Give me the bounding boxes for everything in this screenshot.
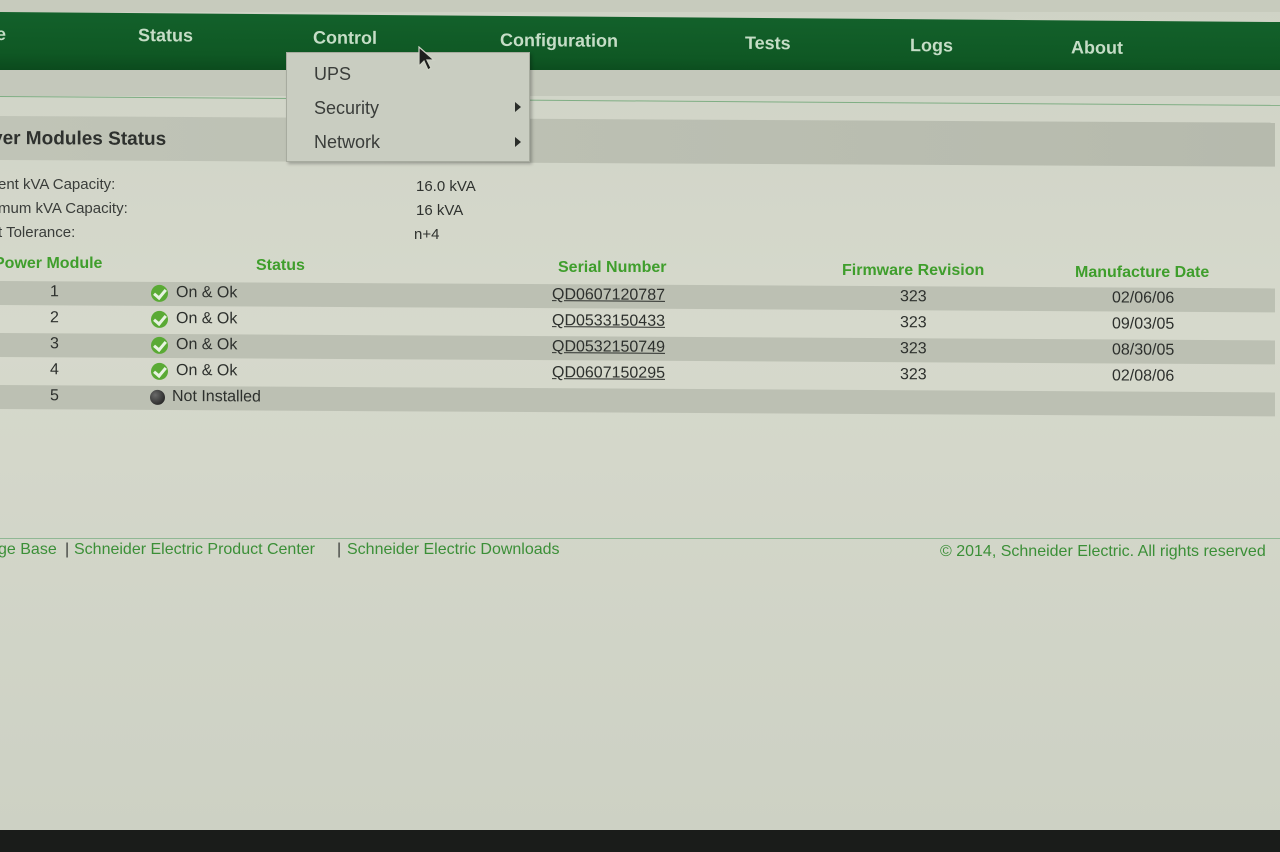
header-firmware-revision: Firmware Revision [842, 262, 985, 279]
nav-item-status[interactable]: Status [138, 25, 193, 46]
module-number: 1 [50, 283, 59, 301]
firmware-revision: 323 [900, 314, 927, 332]
module-status: Not Installed [172, 387, 261, 406]
table-row: 5 Not Installed [0, 385, 1275, 417]
current-kva-label: ent kVA Capacity: [0, 176, 116, 193]
firmware-revision: 323 [900, 366, 927, 384]
max-kva-label: mum kVA Capacity: [0, 200, 128, 217]
ok-check-icon [151, 362, 168, 380]
ok-check-icon [151, 310, 168, 328]
module-status: On & Ok [176, 284, 238, 302]
control-dropdown-menu: UPS Security Network [286, 52, 530, 162]
nav-item-control[interactable]: Control [313, 27, 377, 49]
manufacture-date: 02/08/06 [1112, 367, 1175, 385]
serial-number-link[interactable]: QD0532150749 [552, 338, 665, 357]
serial-number-link[interactable]: QD0607150295 [552, 364, 665, 383]
menu-item-ups[interactable]: UPS [314, 64, 351, 85]
footer-link-product-center[interactable]: Schneider Electric Product Center [74, 541, 315, 559]
header-manufacture-date: Manufacture Date [1075, 264, 1210, 281]
submenu-arrow-icon [515, 102, 521, 112]
manufacture-date: 02/06/06 [1112, 289, 1175, 307]
section-header: ver Modules Status [0, 116, 1275, 167]
top-strip [0, 0, 1280, 12]
nav-item-configuration[interactable]: Configuration [500, 30, 618, 52]
copyright-text: © 2014, Schneider Electric. All rights r… [940, 543, 1266, 560]
tolerance-value: n+4 [414, 226, 440, 243]
header-power-module: Power Module [0, 255, 103, 272]
header-status: Status [256, 257, 305, 274]
module-number: 4 [50, 361, 59, 379]
module-status: On & Ok [176, 362, 238, 380]
nav-item-home[interactable]: e [0, 24, 6, 45]
menu-item-security[interactable]: Security [314, 98, 379, 119]
ok-check-icon [151, 336, 168, 354]
monitor-bezel [0, 830, 1280, 852]
nav-item-tests[interactable]: Tests [745, 33, 791, 54]
tolerance-label: t Tolerance: [0, 224, 76, 241]
footer-separator: | [65, 541, 70, 558]
footer-link-downloads[interactable]: Schneider Electric Downloads [347, 541, 560, 559]
max-kva-value: 16 kVA [416, 202, 464, 219]
firmware-revision: 323 [900, 340, 927, 358]
browser-viewport: e Status Control Configuration Tests Log… [0, 0, 1280, 830]
firmware-revision: 323 [900, 288, 927, 306]
serial-number-link[interactable]: QD0607120787 [552, 286, 665, 305]
footer-divider [0, 538, 1280, 539]
sub-nav-bar [0, 70, 1280, 96]
submenu-arrow-icon [515, 137, 521, 147]
manufacture-date: 08/30/05 [1112, 341, 1175, 359]
manufacture-date: 09/03/05 [1112, 315, 1175, 333]
serial-number-link[interactable]: QD0533150433 [552, 312, 665, 331]
ok-check-icon [151, 284, 168, 302]
current-kva-value: 16.0 kVA [416, 178, 476, 195]
page-title: ver Modules Status [0, 127, 167, 150]
footer-separator: | [337, 541, 342, 558]
module-number: 3 [50, 335, 59, 353]
header-serial-number: Serial Number [558, 259, 667, 276]
module-status: On & Ok [176, 336, 238, 354]
mouse-cursor-icon [418, 46, 436, 71]
nav-item-about[interactable]: About [1071, 37, 1123, 58]
menu-item-network[interactable]: Network [314, 132, 380, 153]
nav-item-logs[interactable]: Logs [910, 35, 953, 56]
module-status: On & Ok [176, 310, 238, 328]
module-number: 2 [50, 309, 59, 327]
not-installed-icon [150, 389, 165, 405]
divider [0, 96, 1280, 106]
module-number: 5 [50, 387, 59, 405]
footer-link-knowledge-base[interactable]: ge Base [0, 541, 57, 559]
